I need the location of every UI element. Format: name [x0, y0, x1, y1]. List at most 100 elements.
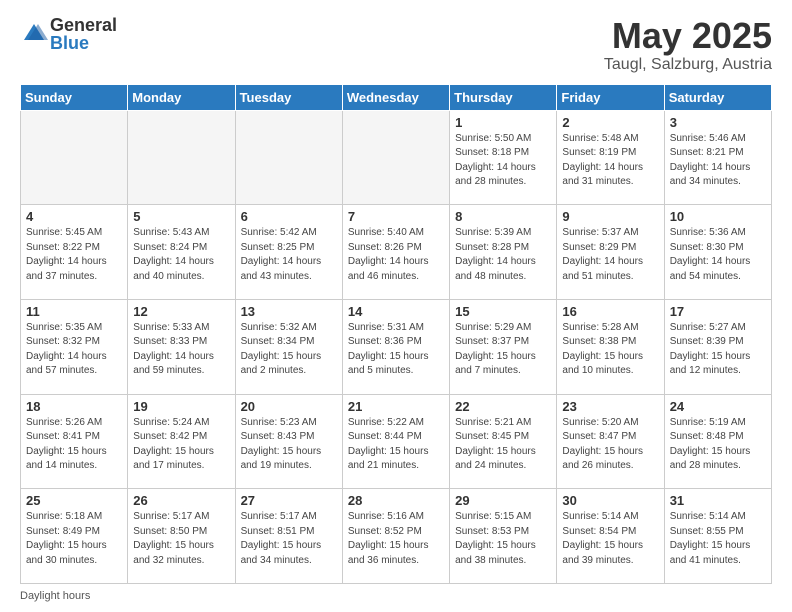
- day-number: 7: [348, 209, 444, 224]
- day-info: Sunrise: 5:28 AM Sunset: 8:38 PM Dayligh…: [562, 321, 658, 379]
- day-info: Sunrise: 5:45 AM Sunset: 8:22 PM Dayligh…: [26, 226, 122, 284]
- header: General Blue May 2025 Taugl, Salzburg, A…: [20, 16, 772, 74]
- weekday-header-row: SundayMondayTuesdayWednesdayThursdayFrid…: [21, 84, 772, 110]
- day-info: Sunrise: 5:22 AM Sunset: 8:44 PM Dayligh…: [348, 416, 444, 474]
- calendar-cell: 8 Sunrise: 5:39 AM Sunset: 8:28 PM Daylig…: [450, 205, 557, 300]
- day-number: 14: [348, 304, 444, 319]
- day-number: 15: [455, 304, 551, 319]
- day-info: Sunrise: 5:18 AM Sunset: 8:49 PM Dayligh…: [26, 510, 122, 568]
- day-number: 28: [348, 493, 444, 508]
- day-number: 2: [562, 115, 658, 130]
- day-number: 9: [562, 209, 658, 224]
- logo-icon: [20, 20, 48, 48]
- calendar-cell: 25 Sunrise: 5:18 AM Sunset: 8:49 PM Dayli…: [21, 489, 128, 584]
- day-number: 1: [455, 115, 551, 130]
- day-info: Sunrise: 5:43 AM Sunset: 8:24 PM Dayligh…: [133, 226, 229, 284]
- calendar-cell: [21, 110, 128, 205]
- title-block: May 2025 Taugl, Salzburg, Austria: [604, 16, 772, 74]
- day-info: Sunrise: 5:20 AM Sunset: 8:47 PM Dayligh…: [562, 416, 658, 474]
- calendar-subtitle: Taugl, Salzburg, Austria: [604, 56, 772, 74]
- weekday-header-monday: Monday: [128, 84, 235, 110]
- day-number: 10: [670, 209, 766, 224]
- day-info: Sunrise: 5:23 AM Sunset: 8:43 PM Dayligh…: [241, 416, 337, 474]
- day-info: Sunrise: 5:14 AM Sunset: 8:54 PM Dayligh…: [562, 510, 658, 568]
- calendar-cell: 7 Sunrise: 5:40 AM Sunset: 8:26 PM Daylig…: [342, 205, 449, 300]
- calendar-cell: 3Sunrise: 5:46 AM Sunset: 8:21 PM Daylig…: [664, 110, 771, 205]
- day-info: Sunrise: 5:17 AM Sunset: 8:50 PM Dayligh…: [133, 510, 229, 568]
- calendar-cell: 21 Sunrise: 5:22 AM Sunset: 8:44 PM Dayli…: [342, 394, 449, 489]
- day-info: Sunrise: 5:33 AM Sunset: 8:33 PM Dayligh…: [133, 321, 229, 379]
- day-number: 13: [241, 304, 337, 319]
- calendar-cell: 18 Sunrise: 5:26 AM Sunset: 8:41 PM Dayli…: [21, 394, 128, 489]
- day-number: 25: [26, 493, 122, 508]
- calendar-cell: 19Sunrise: 5:24 AM Sunset: 8:42 PM Dayli…: [128, 394, 235, 489]
- day-info: Sunrise: 5:50 AM Sunset: 8:18 PM Dayligh…: [455, 132, 551, 190]
- day-number: 17: [670, 304, 766, 319]
- calendar-cell: 22Sunrise: 5:21 AM Sunset: 8:45 PM Dayli…: [450, 394, 557, 489]
- calendar-cell: 1 Sunrise: 5:50 AM Sunset: 8:18 PM Daylig…: [450, 110, 557, 205]
- day-info: Sunrise: 5:29 AM Sunset: 8:37 PM Dayligh…: [455, 321, 551, 379]
- calendar-cell: 2 Sunrise: 5:48 AM Sunset: 8:19 PM Daylig…: [557, 110, 664, 205]
- day-info: Sunrise: 5:42 AM Sunset: 8:25 PM Dayligh…: [241, 226, 337, 284]
- weekday-header-wednesday: Wednesday: [342, 84, 449, 110]
- day-info: Sunrise: 5:35 AM Sunset: 8:32 PM Dayligh…: [26, 321, 122, 379]
- day-number: 18: [26, 399, 122, 414]
- day-number: 11: [26, 304, 122, 319]
- day-number: 5: [133, 209, 229, 224]
- week-row-3: 18 Sunrise: 5:26 AM Sunset: 8:41 PM Dayli…: [21, 394, 772, 489]
- calendar-cell: 5 Sunrise: 5:43 AM Sunset: 8:24 PM Daylig…: [128, 205, 235, 300]
- day-number: 8: [455, 209, 551, 224]
- calendar-cell: 12 Sunrise: 5:33 AM Sunset: 8:33 PM Dayli…: [128, 299, 235, 394]
- calendar-cell: 4Sunrise: 5:45 AM Sunset: 8:22 PM Daylig…: [21, 205, 128, 300]
- calendar-cell: 26 Sunrise: 5:17 AM Sunset: 8:50 PM Dayli…: [128, 489, 235, 584]
- day-number: 27: [241, 493, 337, 508]
- day-info: Sunrise: 5:37 AM Sunset: 8:29 PM Dayligh…: [562, 226, 658, 284]
- day-number: 12: [133, 304, 229, 319]
- day-number: 22: [455, 399, 551, 414]
- calendar-cell: [235, 110, 342, 205]
- day-info: Sunrise: 5:39 AM Sunset: 8:28 PM Dayligh…: [455, 226, 551, 284]
- weekday-header-friday: Friday: [557, 84, 664, 110]
- page: General Blue May 2025 Taugl, Salzburg, A…: [0, 0, 792, 612]
- logo-text: General Blue: [50, 16, 117, 52]
- day-info: Sunrise: 5:48 AM Sunset: 8:19 PM Dayligh…: [562, 132, 658, 190]
- day-number: 29: [455, 493, 551, 508]
- calendar-cell: 29Sunrise: 5:15 AM Sunset: 8:53 PM Dayli…: [450, 489, 557, 584]
- day-info: Sunrise: 5:26 AM Sunset: 8:41 PM Dayligh…: [26, 416, 122, 474]
- weekday-header-tuesday: Tuesday: [235, 84, 342, 110]
- calendar-cell: [342, 110, 449, 205]
- day-number: 23: [562, 399, 658, 414]
- calendar-cell: 30 Sunrise: 5:14 AM Sunset: 8:54 PM Dayli…: [557, 489, 664, 584]
- week-row-1: 4Sunrise: 5:45 AM Sunset: 8:22 PM Daylig…: [21, 205, 772, 300]
- day-info: Sunrise: 5:32 AM Sunset: 8:34 PM Dayligh…: [241, 321, 337, 379]
- day-info: Sunrise: 5:40 AM Sunset: 8:26 PM Dayligh…: [348, 226, 444, 284]
- calendar-cell: 9 Sunrise: 5:37 AM Sunset: 8:29 PM Daylig…: [557, 205, 664, 300]
- calendar-cell: 31Sunrise: 5:14 AM Sunset: 8:55 PM Dayli…: [664, 489, 771, 584]
- day-number: 30: [562, 493, 658, 508]
- day-info: Sunrise: 5:17 AM Sunset: 8:51 PM Dayligh…: [241, 510, 337, 568]
- logo: General Blue: [20, 16, 117, 52]
- calendar-cell: 23 Sunrise: 5:20 AM Sunset: 8:47 PM Dayli…: [557, 394, 664, 489]
- day-info: Sunrise: 5:36 AM Sunset: 8:30 PM Dayligh…: [670, 226, 766, 284]
- logo-blue-text: Blue: [50, 34, 117, 52]
- calendar-cell: 16 Sunrise: 5:28 AM Sunset: 8:38 PM Dayli…: [557, 299, 664, 394]
- calendar-cell: [128, 110, 235, 205]
- logo-general-text: General: [50, 16, 117, 34]
- day-info: Sunrise: 5:31 AM Sunset: 8:36 PM Dayligh…: [348, 321, 444, 379]
- week-row-0: 1 Sunrise: 5:50 AM Sunset: 8:18 PM Daylig…: [21, 110, 772, 205]
- calendar-cell: 11 Sunrise: 5:35 AM Sunset: 8:32 PM Dayli…: [21, 299, 128, 394]
- day-number: 26: [133, 493, 229, 508]
- calendar-cell: 20 Sunrise: 5:23 AM Sunset: 8:43 PM Dayli…: [235, 394, 342, 489]
- calendar-cell: 24Sunrise: 5:19 AM Sunset: 8:48 PM Dayli…: [664, 394, 771, 489]
- day-number: 31: [670, 493, 766, 508]
- day-number: 16: [562, 304, 658, 319]
- day-info: Sunrise: 5:27 AM Sunset: 8:39 PM Dayligh…: [670, 321, 766, 379]
- day-info: Sunrise: 5:16 AM Sunset: 8:52 PM Dayligh…: [348, 510, 444, 568]
- calendar-cell: 17 Sunrise: 5:27 AM Sunset: 8:39 PM Dayli…: [664, 299, 771, 394]
- day-number: 20: [241, 399, 337, 414]
- day-number: 21: [348, 399, 444, 414]
- calendar-table: SundayMondayTuesdayWednesdayThursdayFrid…: [20, 84, 772, 584]
- day-number: 3: [670, 115, 766, 130]
- calendar-cell: 27 Sunrise: 5:17 AM Sunset: 8:51 PM Dayli…: [235, 489, 342, 584]
- day-number: 19: [133, 399, 229, 414]
